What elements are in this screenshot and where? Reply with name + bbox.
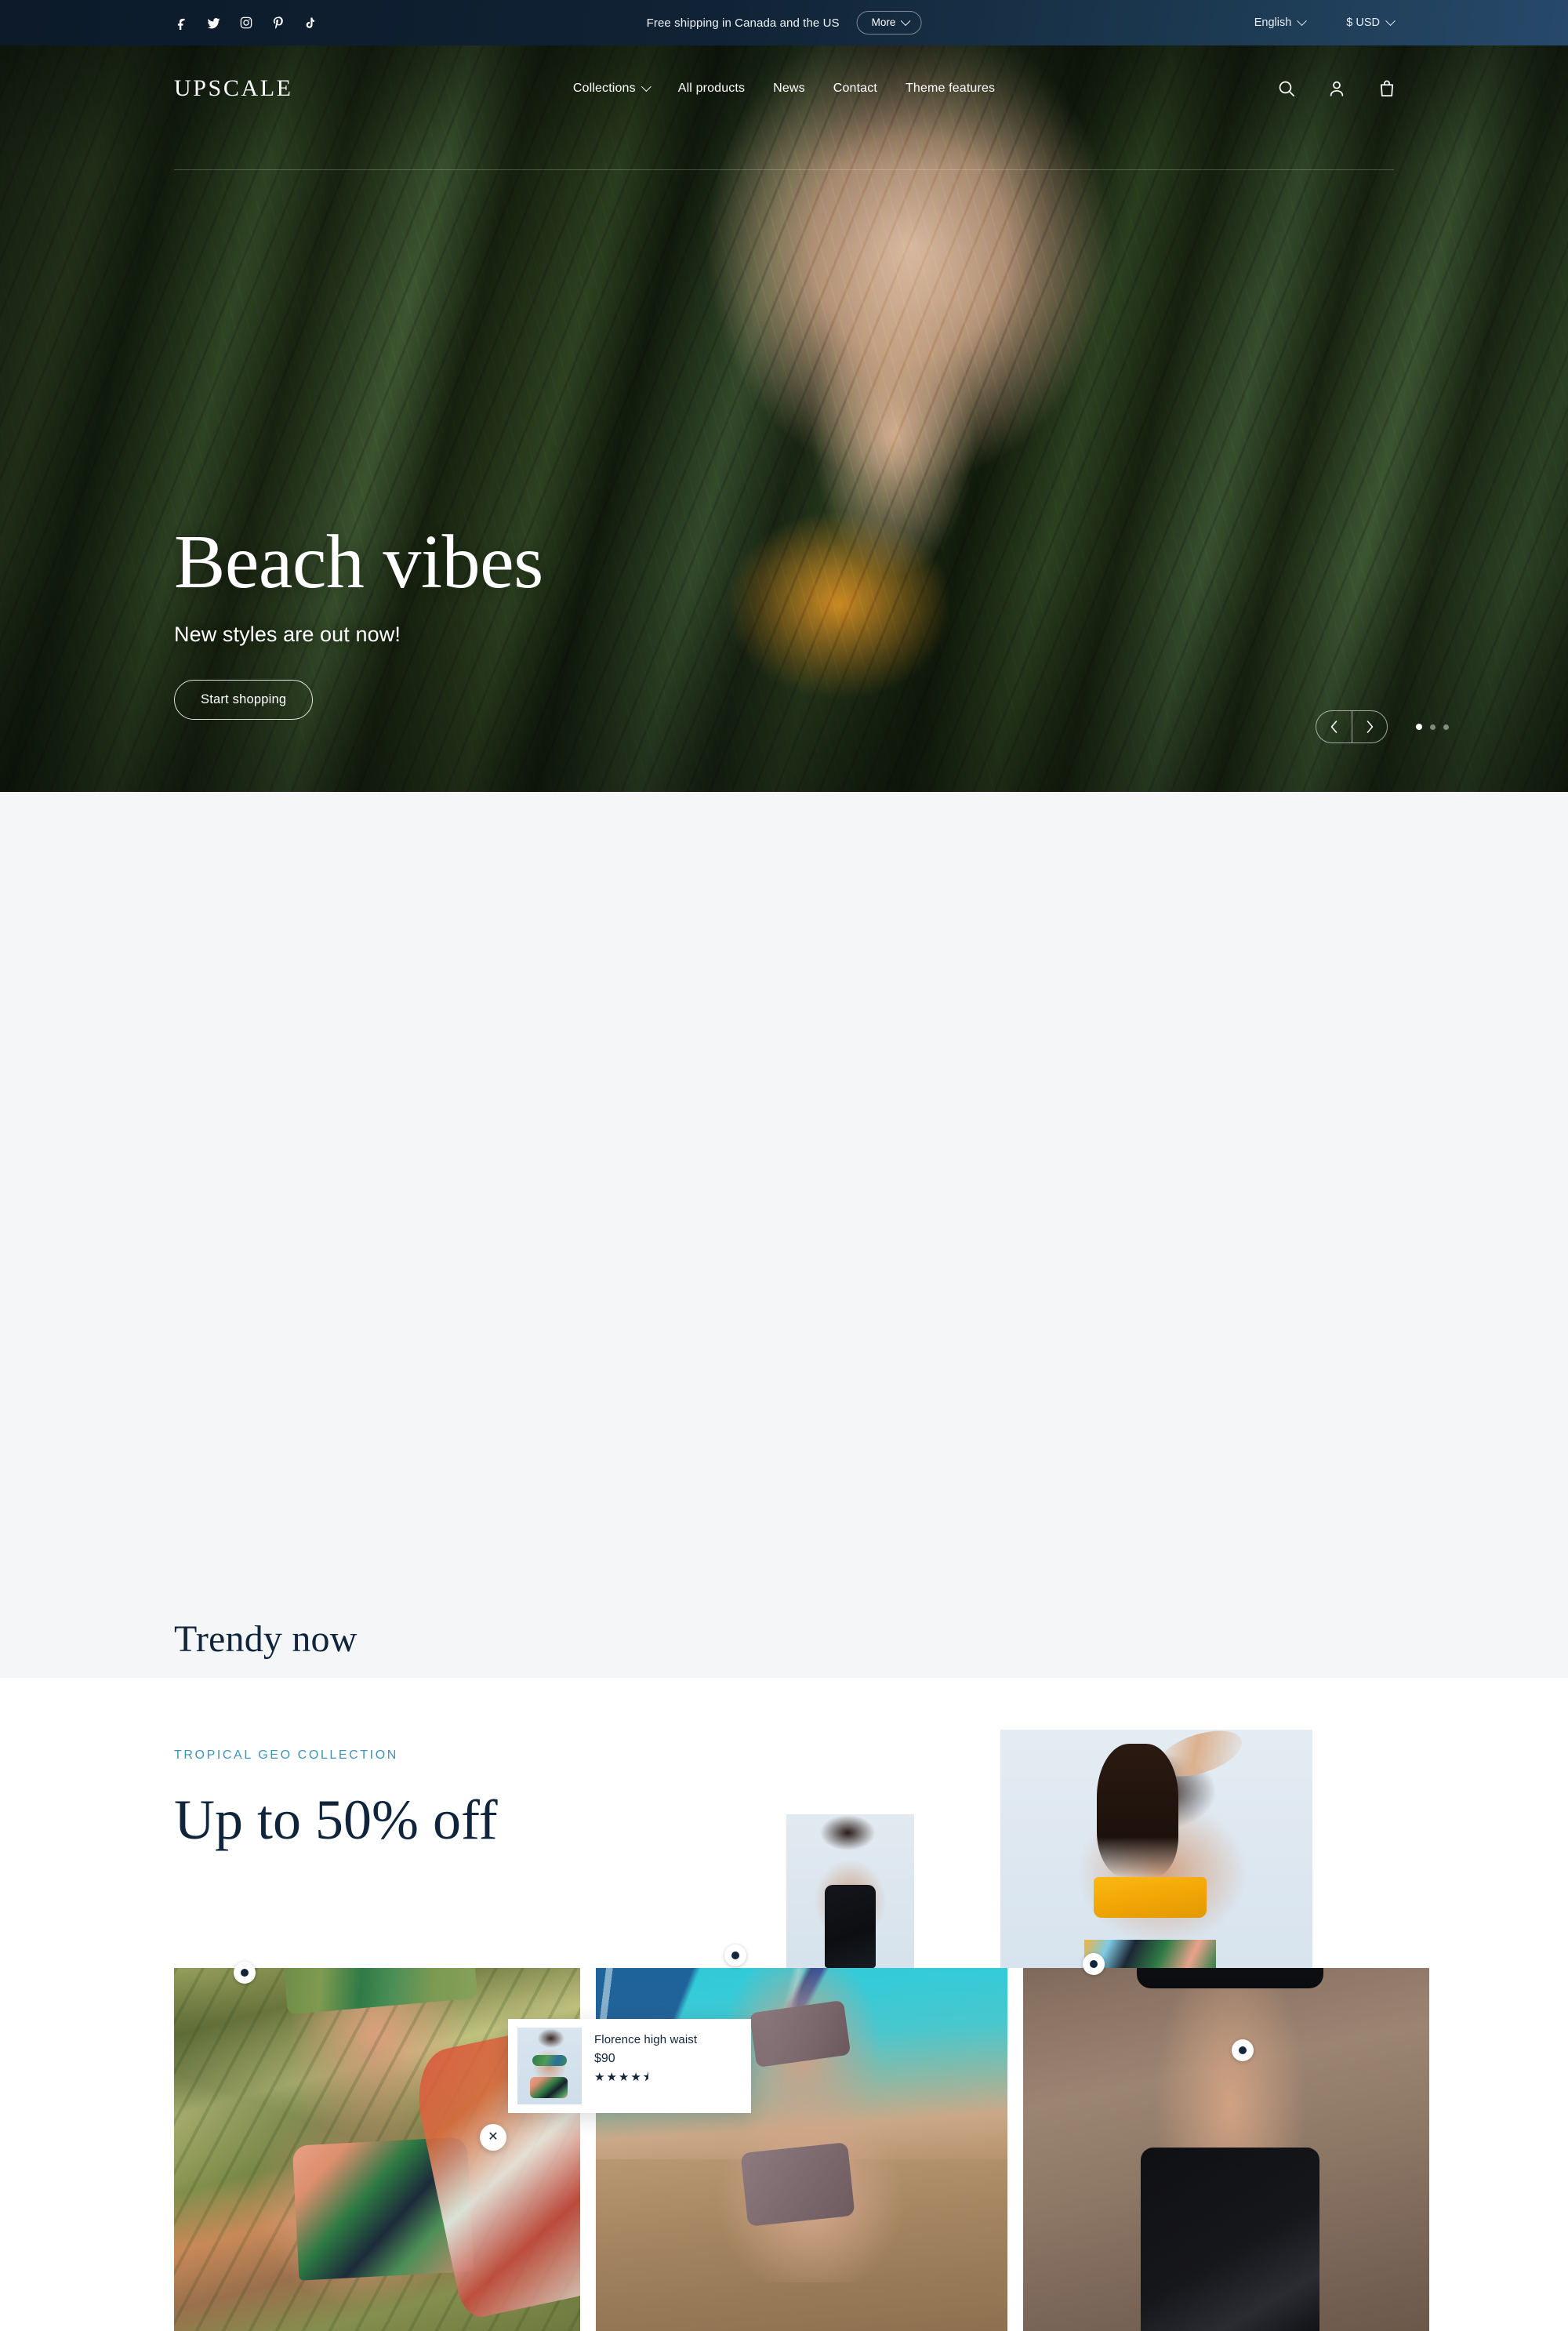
announcement-more-button[interactable]: More xyxy=(856,11,922,34)
promo-small-swimsuit xyxy=(824,1885,877,1968)
trendy-now-section: Trendy now Florence high waist $90 ★★★★⯨… xyxy=(0,792,1568,2331)
nav-item-all-products[interactable]: All products xyxy=(678,82,745,96)
tile2-swimwear-bottom xyxy=(740,2141,855,2227)
promo-image-small xyxy=(786,1814,914,1968)
section-title-trendy-now: Trendy now xyxy=(174,1618,358,1660)
account-icon[interactable] xyxy=(1327,78,1347,99)
popup-product-thumbnail xyxy=(517,2028,582,2104)
nav-item-contact[interactable]: Contact xyxy=(833,82,877,96)
nav-item-theme-features[interactable]: Theme features xyxy=(906,82,995,96)
announcement-content: Free shipping in Canada and the US More xyxy=(647,11,922,34)
star-rating-half: ⯨ xyxy=(642,2071,651,2084)
language-value: English xyxy=(1254,16,1292,29)
locale-selectors: English $ USD xyxy=(1254,15,1396,29)
language-selector[interactable]: English xyxy=(1254,15,1308,29)
slide-dot-1[interactable] xyxy=(1416,724,1422,730)
popup-close-button[interactable]: ✕ xyxy=(480,2124,506,2151)
twitter-icon[interactable] xyxy=(206,16,221,31)
slideshow-arrows xyxy=(1316,710,1388,743)
hero-slideshow: UPSCALE Collections All products News Co… xyxy=(0,45,1568,792)
site-header: UPSCALE Collections All products News Co… xyxy=(0,45,1568,132)
main-navigation: Collections All products News Contact Th… xyxy=(572,81,995,96)
popup-product-info: Florence high waist $90 ★★★★⯨ xyxy=(582,2019,751,2113)
facebook-icon[interactable] xyxy=(174,16,189,31)
slideshow-controls xyxy=(1316,710,1449,743)
instagram-icon[interactable] xyxy=(238,16,253,31)
promo-title: Up to 50% off xyxy=(174,1788,498,1851)
popup-star-rating: ★★★★⯨ xyxy=(594,2071,740,2083)
more-label: More xyxy=(871,16,896,29)
tile3-swimwear-bottom xyxy=(1141,2147,1320,2331)
slide-dot-3[interactable] xyxy=(1443,724,1449,730)
cart-icon[interactable] xyxy=(1377,78,1397,99)
announcement-text: Free shipping in Canada and the US xyxy=(646,16,840,30)
next-slide-button[interactable] xyxy=(1352,711,1387,743)
header-divider xyxy=(174,169,1394,170)
chevron-down-icon xyxy=(641,81,652,92)
popup-product-name[interactable]: Florence high waist xyxy=(594,2033,740,2046)
tiktok-icon[interactable] xyxy=(303,16,318,31)
popup-thumb-top xyxy=(532,2055,568,2066)
currency-value: $ USD xyxy=(1346,16,1380,29)
slideshow-dots xyxy=(1416,724,1449,730)
header-actions xyxy=(1276,78,1397,99)
announcement-bar: Free shipping in Canada and the US More … xyxy=(0,0,1568,45)
product-hotspot-1-1[interactable] xyxy=(234,1962,256,1984)
previous-slide-button[interactable] xyxy=(1316,711,1352,743)
pinterest-icon[interactable] xyxy=(270,16,285,31)
product-hotspot-3-1[interactable] xyxy=(1083,1953,1105,1975)
promo-large-swimwear-top xyxy=(1094,1877,1207,1919)
popup-thumb-bottom xyxy=(530,2076,568,2099)
site-logo[interactable]: UPSCALE xyxy=(174,75,293,102)
start-shopping-button[interactable]: Start shopping xyxy=(174,679,314,720)
slide-dot-2[interactable] xyxy=(1430,724,1436,730)
nav-item-news[interactable]: News xyxy=(773,82,805,96)
nav-item-collections[interactable]: Collections xyxy=(572,81,652,96)
product-hotspot-3-2[interactable] xyxy=(1232,2039,1254,2061)
promo-image-large xyxy=(1000,1730,1312,1968)
chevron-down-icon xyxy=(1385,15,1396,26)
star-rating-full: ★★★★ xyxy=(594,2071,643,2084)
chevron-down-icon xyxy=(900,15,911,26)
currency-selector[interactable]: $ USD xyxy=(1346,15,1396,29)
hero-subtitle: New styles are out now! xyxy=(174,622,401,646)
promo-section: Tropical geo collection Up to 50% off xyxy=(0,1678,1568,1968)
social-links xyxy=(174,16,318,31)
popup-product-price: $90 xyxy=(594,2052,615,2065)
search-icon[interactable] xyxy=(1276,78,1297,99)
chevron-down-icon xyxy=(1297,15,1308,26)
product-hotspot-2-1[interactable] xyxy=(724,1944,746,1966)
hero-content: Beach vibes New styles are out now! Star… xyxy=(174,520,543,720)
promo-large-hair xyxy=(1097,1744,1178,1878)
promo-eyebrow: Tropical geo collection xyxy=(174,1748,398,1762)
nav-label: Collections xyxy=(572,82,636,95)
hero-title: Beach vibes xyxy=(174,520,543,605)
product-hotspot-popup[interactable]: Florence high waist $90 ★★★★⯨ xyxy=(508,2019,751,2113)
